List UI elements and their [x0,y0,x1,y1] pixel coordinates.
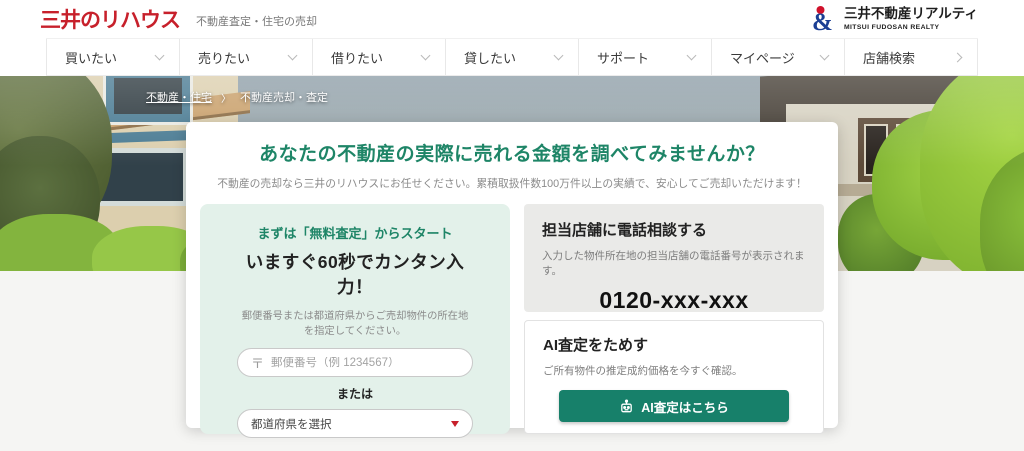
mitsui-fudosan-logo[interactable]: & 三井不動産リアルティ MITSUI FUDOSAN REALTY [812,5,978,33]
top-header: 三井のリハウス 不動産査定・住宅の売却 & 三井不動産リアルティ MITSUI … [0,0,1024,38]
rehouse-logo[interactable]: 三井のリハウス [40,4,181,34]
postal-code-field[interactable]: 〒 [237,348,473,377]
chevron-down-icon [553,50,564,60]
chevron-down-icon [287,50,298,60]
postal-code-input[interactable] [271,356,459,369]
chevron-down-icon [154,50,165,60]
nav-item-buy[interactable]: 買いたい [46,39,179,75]
ampersand-logo-icon: & [812,6,833,33]
nav-item-label: 買いたい [65,50,118,66]
free-assessment-panel: まずは「無料査定」からスタート いますぐ60秒でカンタン入力！ 郵便番号または都… [200,204,510,438]
chevron-right-icon [952,52,963,62]
phone-number: 0120-xxx-xxx [599,287,749,313]
corp-name-en: MITSUI FUDOSAN REALTY [843,23,940,31]
nav-item-label: 店舗検索 [863,50,916,66]
assessment-heading: いますぐ60秒でカンタン入力！ [245,252,465,297]
or-label: または [336,387,373,401]
phone-panel-description: 入力した物件所在地の担当店舗の電話番号が表示されます。 [542,250,805,277]
nav-item-rent[interactable]: 借りたい [312,39,445,75]
nav-item-label: サポート [597,50,650,66]
nav-item-label: 貸したい [464,50,517,66]
main-nav: 買いたい 売りたい 借りたい 貸したい サポート マイページ 店舗検索 [46,38,978,76]
ai-panel-description: ご所有物件の推定成約価格を今すぐ確認。 [543,365,743,377]
card-columns: まずは「無料査定」からスタート いますぐ60秒でカンタン入力！ 郵便番号または都… [186,204,838,438]
robot-icon [621,398,633,412]
assessment-card: あなたの不動産の実際に売れる金額を調べてみませんか？ 不動産の売却なら三井のリハ… [186,122,838,438]
page-title: あなたの不動産の実際に売れる金額を調べてみませんか？ [259,144,765,165]
nav-item-sell[interactable]: 売りたい [179,39,312,75]
nav-item-support[interactable]: サポート [578,39,711,75]
prefecture-select-value: 都道府県を選択 [251,418,332,431]
nav-item-label: マイページ [730,50,795,66]
chevron-down-icon [686,50,697,60]
corp-logo-text: 三井不動産リアルティ MITSUI FUDOSAN REALTY [843,6,978,31]
dropdown-triangle-icon [451,420,459,427]
prefecture-select[interactable]: 都道府県を選択 [237,409,473,438]
right-column: 担当店舗に電話相談する 入力した物件所在地の担当店舗の電話番号が表示されます。 … [524,204,824,434]
nav-item-label: 売りたい [198,50,251,66]
nav-item-store-search[interactable]: 店舗検索 [844,39,978,75]
corp-name: 三井不動産リアルティ [843,6,978,22]
ai-assessment-button[interactable]: AI査定はこちら [559,390,789,422]
site-tagline: 不動産査定・住宅の売却 [196,16,317,28]
assessment-kicker: まずは「無料査定」からスタート [257,226,453,241]
chevron-down-icon [420,50,431,60]
breadcrumb-current: 不動産売却・査定 [240,92,328,104]
breadcrumb-separator: 〉 [221,93,231,105]
ai-button-label: AI査定はこちら [641,400,729,415]
nav-item-label: 借りたい [331,50,384,66]
page-subtitle: 不動産の売却なら三井のリハウスにお任せください。累積取扱件数100万件以上の実績… [217,178,807,190]
ai-assessment-panel: AI査定をためす ご所有物件の推定成約価格を今すぐ確認。 AI査定はこちら [524,320,824,434]
chevron-down-icon [819,50,830,60]
assessment-description: 郵便番号または都道府県からご売却物件の所在地を指定してください。 [241,311,469,337]
page: 三井のリハウス 不動産査定・住宅の売却 & 三井不動産リアルティ MITSUI … [0,0,1024,451]
svg-text:&: & [812,9,833,33]
ai-panel-heading: AI査定をためす [543,337,649,354]
nav-item-lease[interactable]: 貸したい [445,39,578,75]
phone-consult-panel: 担当店舗に電話相談する 入力した物件所在地の担当店舗の電話番号が表示されます。 … [524,204,824,333]
breadcrumb: 不動産・住宅 〉 不動産売却・査定 [146,89,328,105]
postal-mark-icon: 〒 [251,356,265,371]
breadcrumb-home-link[interactable]: 不動産・住宅 [146,89,212,105]
phone-panel-heading: 担当店舗に電話相談する [542,222,708,239]
nav-item-mypage[interactable]: マイページ [711,39,844,75]
